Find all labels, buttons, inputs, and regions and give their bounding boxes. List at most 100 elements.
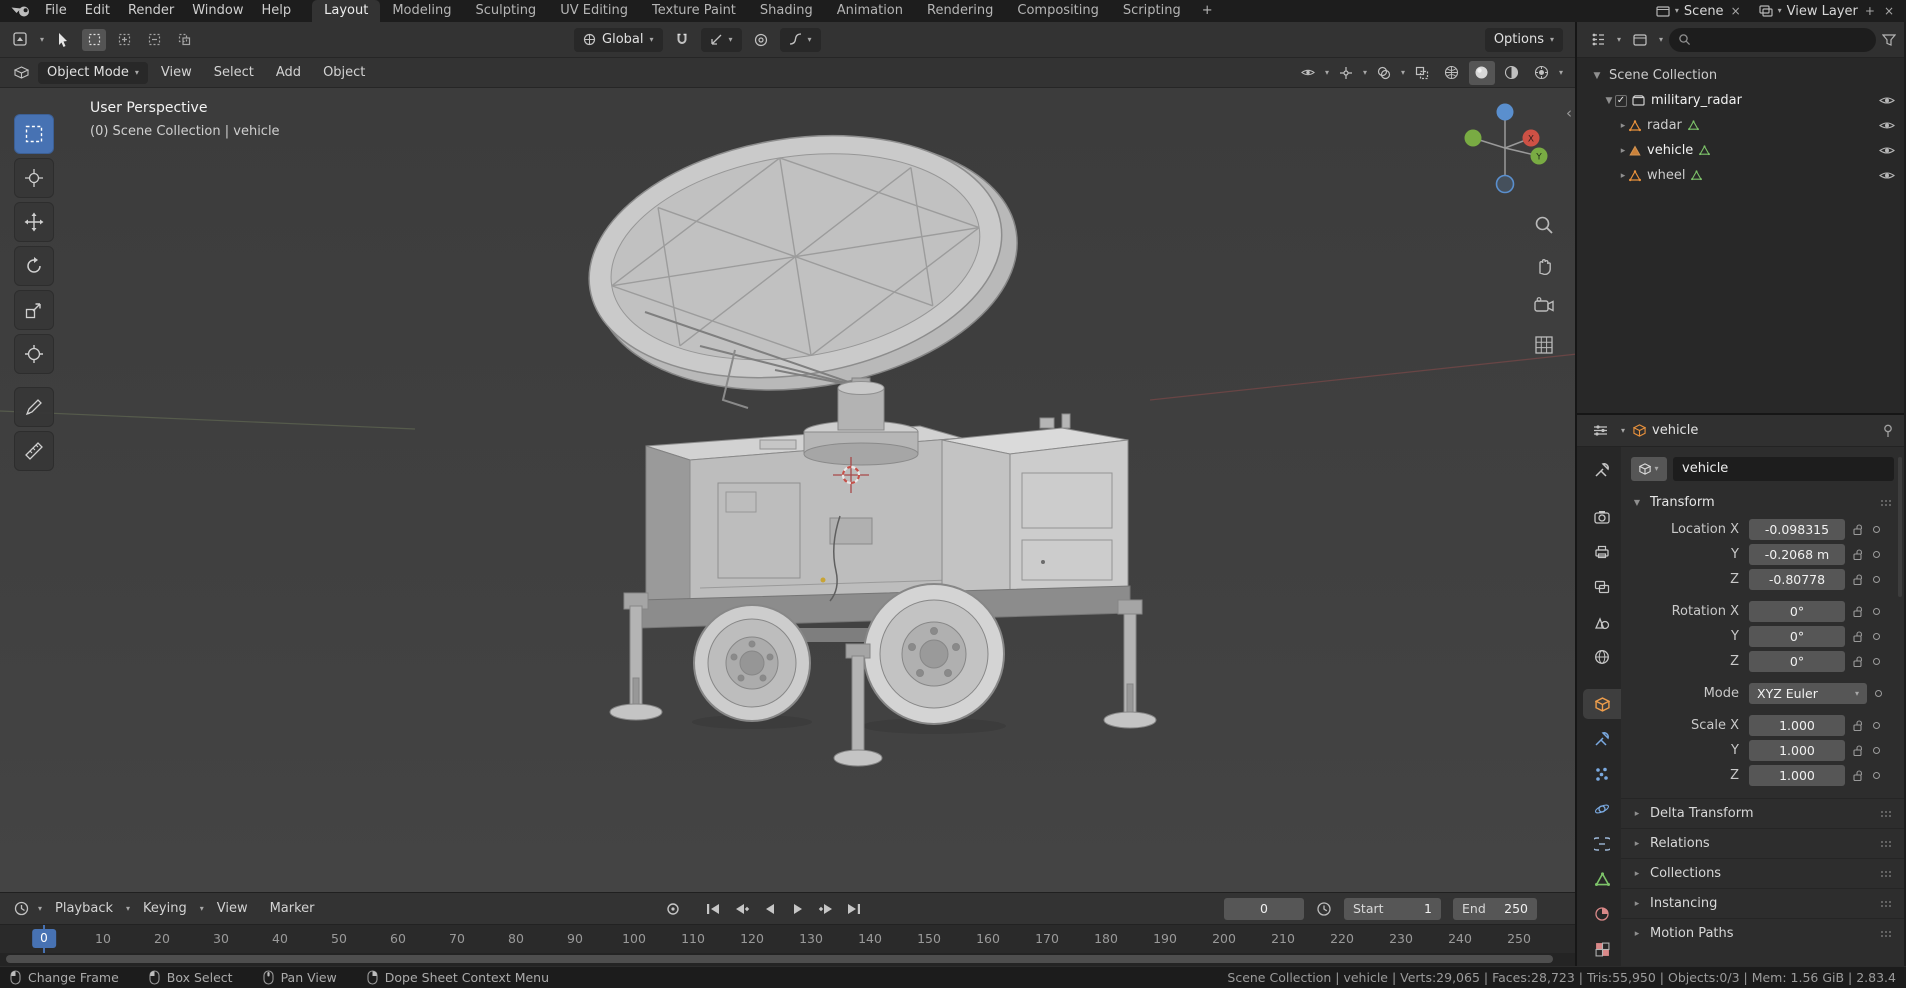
proportional-editing-icon[interactable] [748,28,774,52]
tab-material[interactable] [1583,899,1621,929]
select-mode-extend-button[interactable] [112,29,136,51]
outliner-row-radar[interactable]: ▸ radar [1577,113,1904,138]
tab-particles[interactable] [1583,759,1621,789]
shading-wireframe-button[interactable] [1439,61,1465,85]
lock-icon[interactable] [1852,573,1865,586]
menu-keying[interactable]: Keying [134,893,196,925]
menu-window[interactable]: Window [183,0,252,22]
workspace-tab-modeling[interactable]: Modeling [380,0,463,22]
animate-dot[interactable] [1873,608,1880,615]
camera-view-icon[interactable] [1529,290,1559,320]
location-y-field[interactable]: -0.2068 m [1749,544,1845,565]
frame-start-field[interactable]: Start 1 [1344,897,1441,920]
blender-logo-icon[interactable] [10,4,32,18]
object-name[interactable]: wheel [1647,168,1685,183]
menu-add[interactable]: Add [267,58,310,88]
tab-physics[interactable] [1583,794,1621,824]
play-reverse-button[interactable] [757,898,782,920]
animate-dot[interactable] [1873,526,1880,533]
view-layer-name[interactable]: View Layer [1787,4,1858,19]
section-relations[interactable]: ▸ Relations [1621,828,1904,858]
lock-icon[interactable] [1852,548,1865,561]
rotation-x-field[interactable]: 0° [1749,601,1845,622]
add-workspace-button[interactable]: + [1193,0,1222,22]
menu-playback[interactable]: Playback [46,893,122,925]
axis-gizmo[interactable]: X Y [1459,94,1551,200]
play-button[interactable] [785,898,810,920]
lock-icon[interactable] [1852,719,1865,732]
mode-dropdown[interactable]: Object Mode ▾ [38,61,148,84]
timeline-editor-type-icon[interactable] [8,897,34,921]
eye-icon[interactable] [1879,145,1895,156]
workspace-tab-shading[interactable]: Shading [748,0,825,22]
workspace-tab-sculpting[interactable]: Sculpting [463,0,548,22]
tab-view-layer[interactable] [1583,572,1621,602]
rotation-mode-dropdown[interactable]: XYZ Euler ▾ [1749,683,1867,704]
scale-y-field[interactable]: 1.000 [1749,740,1845,761]
menu-object[interactable]: Object [314,58,374,88]
viewport-editor-type-icon[interactable] [8,61,34,85]
workspace-tab-rendering[interactable]: Rendering [915,0,1005,22]
menu-render[interactable]: Render [119,0,183,22]
eye-icon[interactable] [1879,170,1895,181]
object-visibility-dropdown[interactable] [1295,61,1321,85]
panel-drag-dots-icon[interactable] [1880,810,1894,818]
select-mode-subtract-button[interactable] [142,29,166,51]
scale-x-field[interactable]: 1.000 [1749,715,1845,736]
tab-texture[interactable] [1583,934,1621,964]
animate-dot[interactable] [1873,772,1880,779]
panel-drag-dots-icon[interactable] [1880,840,1894,848]
transform-orientation-dropdown[interactable]: Global ▾ [574,27,663,52]
current-frame-field[interactable]: 0 [1224,897,1304,920]
disclosure-icon[interactable]: ▸ [1617,171,1629,181]
tool-move[interactable] [14,202,54,242]
lock-icon[interactable] [1852,655,1865,668]
menu-timeline-view[interactable]: View [208,893,257,925]
lock-icon[interactable] [1852,769,1865,782]
tool-box-select[interactable] [14,114,54,154]
menu-select[interactable]: Select [205,58,263,88]
remove-view-layer-icon[interactable]: × [1882,4,1896,18]
eye-icon[interactable] [1879,95,1895,106]
disclosure-icon[interactable]: ▸ [1617,146,1629,156]
scene-unlink-icon[interactable]: × [1729,4,1743,18]
sidebar-collapse-icon[interactable]: ‹ [1566,104,1572,122]
disclosure-icon[interactable]: ▼ [1603,96,1615,106]
pin-icon[interactable] [1882,424,1894,438]
panel-drag-dots-icon[interactable] [1880,930,1894,938]
panel-drag-dots-icon[interactable] [1880,499,1894,507]
timeline-scrollbar-thumb[interactable] [6,955,1553,963]
current-frame-badge[interactable]: 0 [32,929,56,948]
tab-modifiers[interactable] [1583,724,1621,754]
collection-checkbox[interactable]: ✓ [1615,94,1627,107]
workspace-tab-texture-paint[interactable]: Texture Paint [640,0,748,22]
outliner-row-wheel[interactable]: ▸ wheel [1577,163,1904,188]
workspace-tab-animation[interactable]: Animation [825,0,915,22]
outliner-display-mode-dropdown[interactable] [1627,28,1653,52]
gizmos-dropdown[interactable] [1333,61,1359,85]
snap-magnet-icon[interactable] [669,28,695,52]
lock-icon[interactable] [1852,630,1865,643]
workspace-tab-scripting[interactable]: Scripting [1111,0,1193,22]
properties-scrollbar[interactable] [1898,457,1902,597]
section-instancing[interactable]: ▸ Instancing [1621,888,1904,918]
tab-output[interactable] [1583,537,1621,567]
tab-object[interactable] [1583,689,1621,719]
rotation-z-field[interactable]: 0° [1749,651,1845,672]
menu-view[interactable]: View [152,58,201,88]
object-name[interactable]: vehicle [1647,143,1693,158]
menu-marker[interactable]: Marker [261,893,324,925]
tool-measure[interactable] [14,431,54,471]
transform-panel-header[interactable]: ▼ Transform [1621,491,1904,517]
editor-type-dropdown[interactable] [8,28,34,52]
tool-annotate[interactable] [14,387,54,427]
workspace-tab-compositing[interactable]: Compositing [1005,0,1111,22]
filter-icon[interactable] [1882,33,1896,46]
tool-cursor[interactable] [14,158,54,198]
add-view-layer-icon[interactable]: + [1863,4,1877,18]
workspace-tab-uv-editing[interactable]: UV Editing [548,0,640,22]
animate-dot[interactable] [1873,633,1880,640]
outliner-row-scene-collection[interactable]: ▼ Scene Collection [1577,63,1904,88]
jump-to-end-button[interactable] [841,898,866,920]
rotation-y-field[interactable]: 0° [1749,626,1845,647]
